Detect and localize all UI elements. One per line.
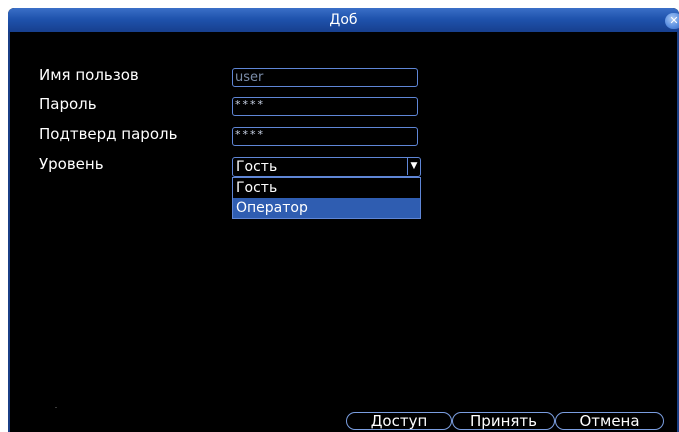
- username-label: Имя пользов: [39, 66, 139, 84]
- add-user-dialog: Доб ✕ Имя пользов user Пароль **** Подтв…: [8, 8, 679, 432]
- confirm-password-value: ****: [235, 128, 265, 141]
- close-icon[interactable]: ✕: [665, 13, 679, 29]
- confirm-password-label: Подтверд пароль: [39, 125, 178, 143]
- level-option-operator[interactable]: Оператор: [233, 198, 420, 218]
- dialog-title: Доб: [329, 12, 358, 28]
- username-value: user: [235, 70, 264, 85]
- level-selected-value: Гость: [236, 159, 278, 175]
- title-bar: Доб ✕: [8, 8, 679, 32]
- password-field[interactable]: ****: [232, 97, 418, 116]
- access-button[interactable]: Доступ: [346, 412, 452, 430]
- password-value: ****: [235, 98, 265, 111]
- level-select[interactable]: Гость ▼: [232, 157, 421, 177]
- cancel-button[interactable]: Отмена: [555, 412, 664, 430]
- confirm-password-field[interactable]: ****: [232, 127, 418, 146]
- password-label: Пароль: [39, 95, 97, 113]
- level-label: Уровень: [39, 155, 104, 173]
- frame-left-border: [8, 32, 10, 432]
- artifact-dot: [55, 407, 57, 408]
- level-dropdown-list: Гость Оператор: [232, 177, 421, 219]
- chevron-down-icon[interactable]: ▼: [407, 158, 420, 175]
- accept-button[interactable]: Принять: [452, 412, 555, 430]
- level-option-guest[interactable]: Гость: [233, 178, 420, 198]
- username-field[interactable]: user: [232, 68, 418, 87]
